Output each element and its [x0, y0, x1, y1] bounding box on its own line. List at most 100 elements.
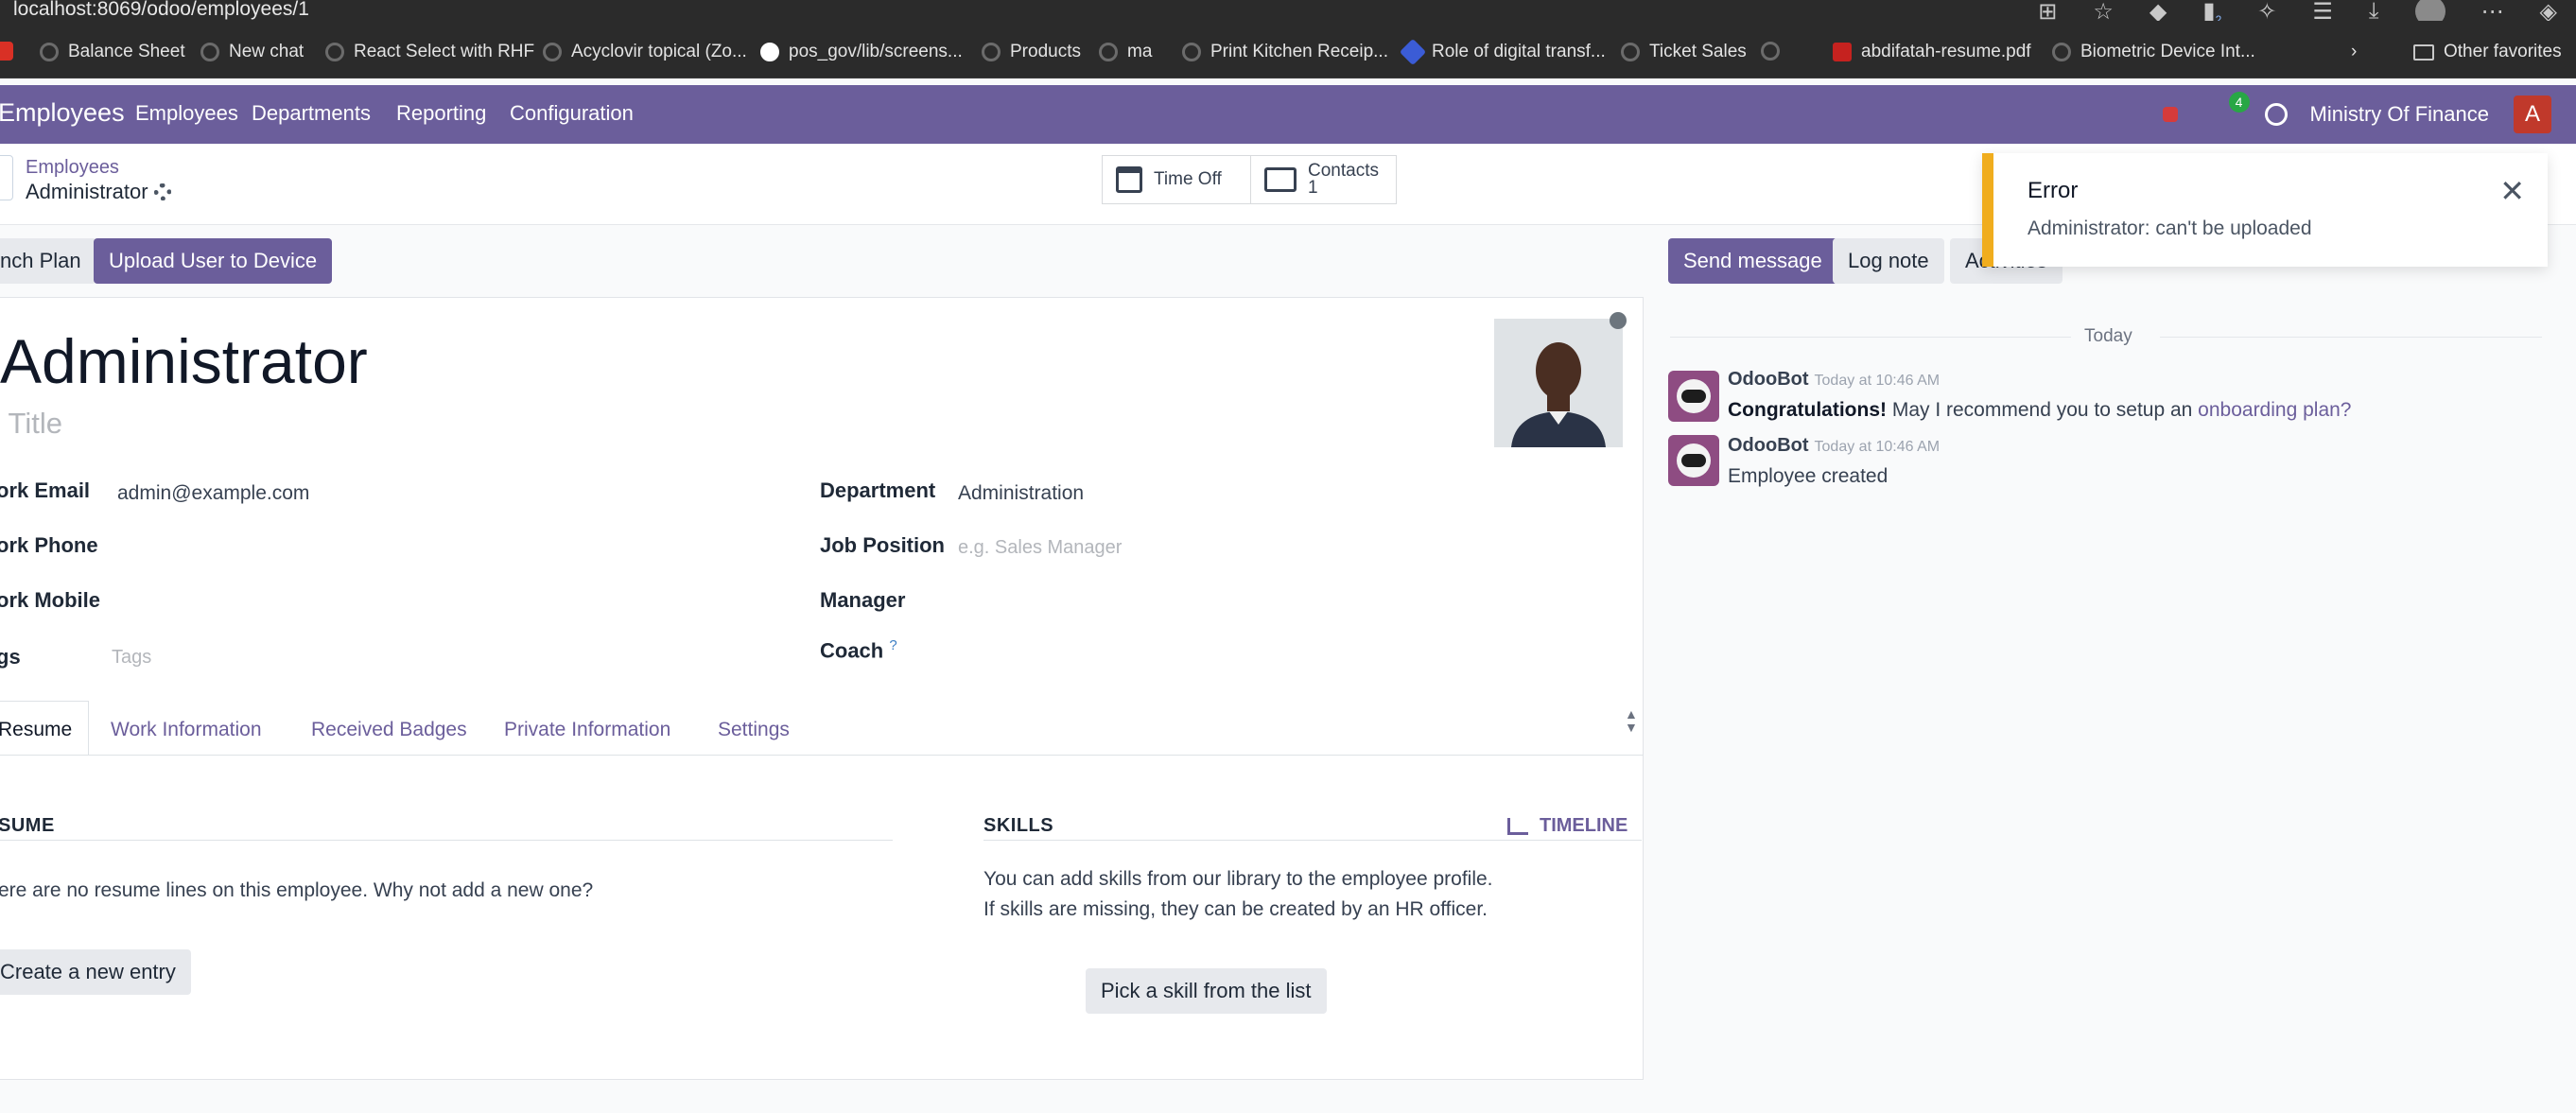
chatter-date-divider-left: [1670, 337, 2071, 338]
breadcrumb-current: Administrator: [26, 180, 148, 203]
message-body: Employee created: [1728, 465, 1888, 487]
youtube-bookmark-icon[interactable]: [0, 42, 13, 61]
odoo-navbar: Employees Employees Departments Reportin…: [0, 85, 2576, 144]
work-phone-label: ork Phone: [0, 533, 98, 557]
launch-plan-button[interactable]: nch Plan: [0, 238, 96, 284]
menu-employees[interactable]: Employees: [135, 101, 238, 126]
department-label: Department: [820, 478, 936, 502]
chatgpt-icon: [325, 43, 344, 61]
app-name[interactable]: Employees: [0, 98, 125, 128]
record-status-icon[interactable]: [2162, 107, 2178, 122]
bookmark-item[interactable]: ma: [1099, 42, 1152, 62]
bookmark-item[interactable]: pos_gov/lib/screens...: [760, 42, 963, 62]
log-note-button[interactable]: Log note: [1833, 238, 1944, 284]
onboarding-plan-link[interactable]: onboarding plan?: [2198, 399, 2351, 421]
pick-skill-button[interactable]: Pick a skill from the list: [1086, 968, 1327, 1014]
tab-resume[interactable]: Resume: [0, 719, 72, 741]
close-icon[interactable]: ✕: [2499, 176, 2525, 206]
job-position-field[interactable]: e.g. Sales Manager: [958, 537, 1122, 559]
odoobot-avatar[interactable]: [1668, 435, 1719, 486]
timeline-button[interactable]: TIMELINE: [1507, 815, 1627, 837]
globe-icon: [1621, 43, 1640, 61]
bookmark-item[interactable]: Balance Sheet: [40, 42, 185, 62]
chatgpt-icon: [1761, 42, 1780, 61]
tab-private-information[interactable]: Private Information: [504, 719, 670, 741]
odoobot-avatar[interactable]: [1668, 371, 1719, 422]
globe-icon: [40, 43, 59, 61]
bookmark-item[interactable]: abdifatah-resume.pdf: [1833, 42, 2031, 62]
bookmark-item[interactable]: Acyclovir topical (Zo...: [543, 42, 747, 62]
calendar-icon: [1116, 166, 1142, 193]
chatgpt-icon: [200, 43, 219, 61]
bookmark-folder[interactable]: Other favorites: [2413, 42, 2562, 62]
contacts-smart-button[interactable]: Contacts 1: [1250, 155, 1397, 204]
folder-icon: [2413, 43, 2434, 61]
bookmark-item[interactable]: Biometric Device Int...: [2052, 42, 2255, 62]
bookmark-item[interactable]: New chat: [200, 42, 304, 62]
resume-divider: [0, 840, 893, 841]
breadcrumb-employees[interactable]: Employees: [26, 157, 119, 179]
messages-icon[interactable]: 4: [2204, 92, 2250, 126]
bookmark-item[interactable]: React Select with RHF: [325, 42, 534, 62]
tab-settings[interactable]: Settings: [718, 719, 790, 741]
globe-icon: [982, 43, 1001, 61]
create-new-entry-button[interactable]: Create a new entry: [0, 949, 191, 995]
employee-name-field[interactable]: Administrator: [0, 325, 368, 397]
skills-help-line-2: If skills are missing, they can be creat…: [983, 898, 1488, 920]
chatter-date-divider-right: [2160, 337, 2542, 338]
globe-icon: [543, 43, 562, 61]
chatgpt-icon: [1182, 43, 1201, 61]
job-title-field[interactable]: ob Title: [0, 407, 62, 441]
tags-field[interactable]: Tags: [112, 647, 151, 669]
employee-photo-image: [1494, 319, 1623, 447]
bookmark-item[interactable]: Print Kitchen Receip...: [1182, 42, 1388, 62]
browser-address-bar[interactable]: localhost:8069/odoo/employees/1 ⊞ ☆ ◆ ▮2…: [0, 0, 2576, 26]
bookmark-item[interactable]: Products: [982, 42, 1081, 62]
tabs-divider: [0, 755, 1644, 756]
form-sheet: [0, 297, 1644, 1080]
menu-departments[interactable]: Departments: [252, 101, 371, 126]
send-message-button[interactable]: Send message: [1668, 238, 1837, 284]
messages-count-badge: 4: [2228, 92, 2250, 113]
tab-received-badges[interactable]: Received Badges: [311, 719, 467, 741]
tab-scroll-arrows[interactable]: ▲ ▼: [1625, 707, 1638, 734]
bookmarks-overflow-icon[interactable]: ›: [2351, 42, 2357, 62]
new-record-button[interactable]: [0, 155, 13, 200]
tab-work-information[interactable]: Work Information: [111, 719, 262, 741]
help-tooltip-icon[interactable]: ?: [889, 637, 896, 653]
bookmark-item[interactable]: [1761, 42, 1780, 61]
diamond-icon: [1399, 38, 1427, 66]
error-notification: Error Administrator: can't be uploaded ✕: [1982, 153, 2548, 267]
time-off-smart-button[interactable]: Time Off: [1102, 155, 1251, 204]
department-field[interactable]: Administration: [958, 482, 1084, 505]
employee-photo[interactable]: [1494, 319, 1623, 447]
chart-line-icon: [1507, 817, 1528, 835]
message-author[interactable]: OdooBot Today at 10:46 AM: [1728, 435, 1940, 457]
upload-user-to-device-button[interactable]: Upload User to Device: [94, 238, 333, 284]
work-email-field[interactable]: admin@example.com: [117, 482, 309, 505]
company-switcher[interactable]: Ministry Of Finance: [2310, 102, 2490, 127]
message-author[interactable]: OdooBot Today at 10:46 AM: [1728, 369, 1940, 391]
bookmarks-bar: Balance Sheet New chat React Select with…: [0, 21, 2576, 78]
resume-section-title: SUME: [0, 815, 55, 836]
bookmark-item[interactable]: Ticket Sales: [1621, 42, 1747, 62]
bookmark-item[interactable]: Role of digital transf...: [1399, 38, 1606, 66]
message-time: Today at 10:46 AM: [1814, 439, 1941, 455]
chatter-date: Today: [2084, 326, 2132, 346]
github-icon: [760, 43, 779, 61]
globe-icon: [2052, 43, 2071, 61]
user-avatar[interactable]: A: [2514, 96, 2551, 133]
gear-icon[interactable]: [154, 183, 171, 200]
work-mobile-label: ork Mobile: [0, 588, 101, 612]
url-text[interactable]: localhost:8069/odoo/employees/1: [13, 0, 309, 21]
activity-clock-icon[interactable]: [2264, 103, 2288, 126]
work-email-label: ork Email: [0, 478, 91, 502]
menu-configuration[interactable]: Configuration: [510, 101, 634, 126]
skills-help-line-1: You can add skills from our library to t…: [983, 868, 1493, 890]
job-position-label: Job Position: [820, 533, 945, 557]
menu-reporting[interactable]: Reporting: [396, 101, 486, 126]
presence-status-icon: [1610, 312, 1627, 329]
coach-label: Coach ?: [820, 637, 897, 663]
skills-divider: [983, 840, 1642, 841]
chatgpt-icon: [1099, 43, 1118, 61]
